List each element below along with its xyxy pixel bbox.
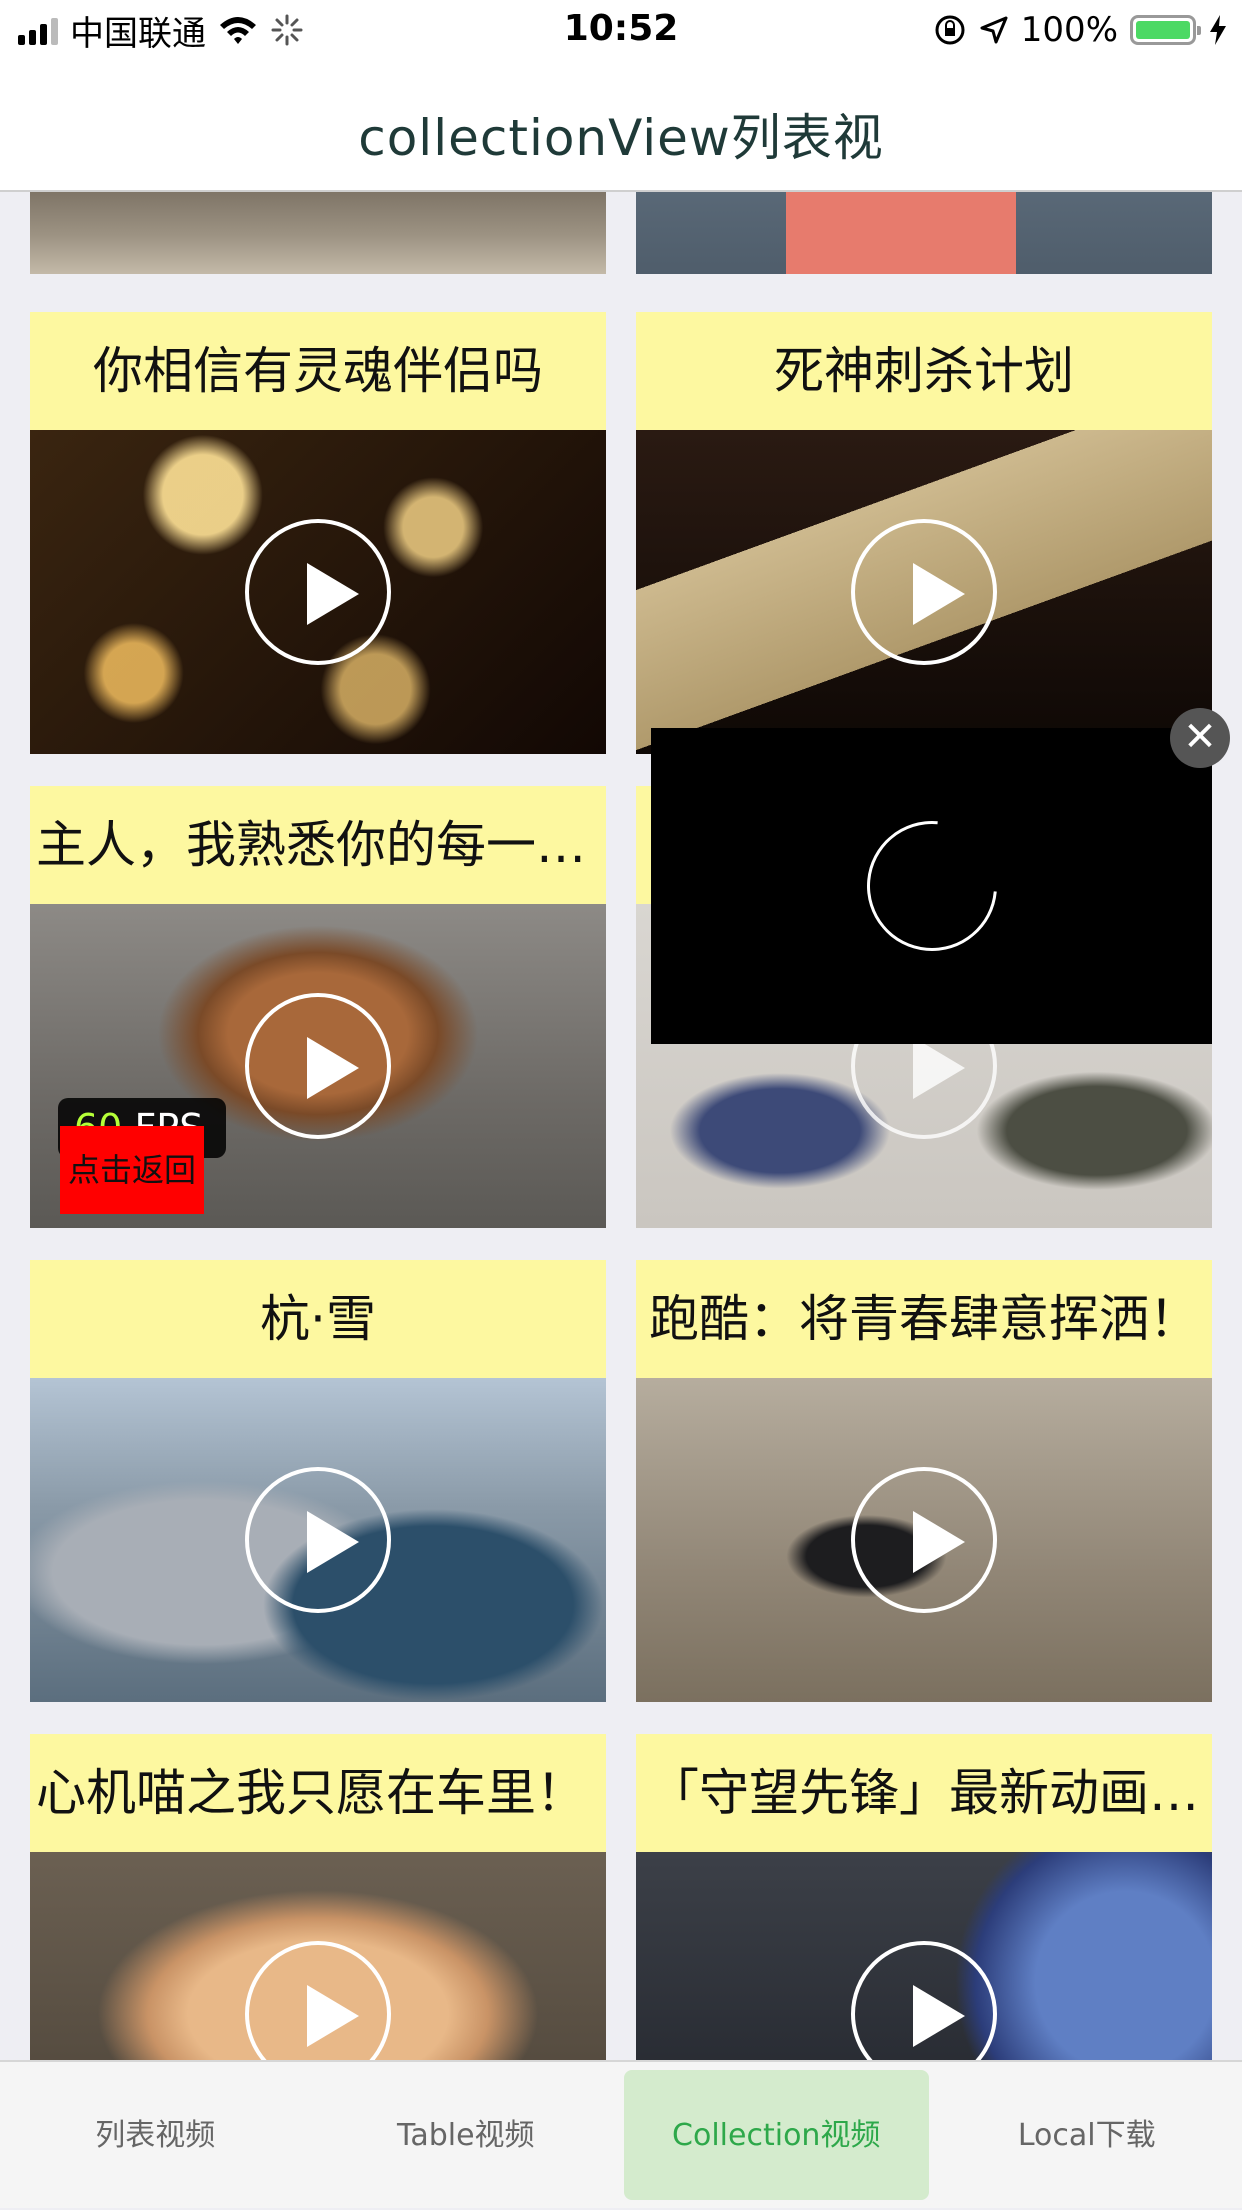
play-icon[interactable] [245,1941,391,2060]
video-title: 心机喵之我只愿在车里！ [30,1734,606,1852]
status-bar: 中国联通 10:52 100% [0,0,1242,60]
video-cell-partial[interactable] [636,192,1212,274]
video-thumbnail [636,1852,1212,2060]
video-cell[interactable]: 「守望先锋」最新动画… [636,1734,1212,2060]
video-title: 杭·雪 [30,1260,606,1378]
floating-video-player[interactable] [651,728,1212,1044]
tab-bar: 列表视频 Table视频 Collection视频 Local下载 [0,2060,1242,2208]
tab-table-video[interactable]: Table视频 [311,2062,622,2208]
video-cell[interactable]: 你相信有灵魂伴侣吗 [30,312,606,754]
video-thumbnail [30,192,606,274]
play-icon[interactable] [851,1941,997,2060]
video-thumbnail [30,1852,606,2060]
play-icon[interactable] [851,519,997,665]
video-title: 「守望先锋」最新动画… [636,1734,1212,1852]
page-title: collectionView列表视 [0,98,1242,170]
video-title: 死神刺杀计划 [636,312,1212,430]
video-thumbnail [30,430,606,754]
video-title: 主人，我熟悉你的每一… [30,786,606,904]
battery-percent: 100% [1021,10,1118,50]
video-title: 跑酷：将青春肆意挥洒！ [636,1260,1212,1378]
video-title: 你相信有灵魂伴侣吗 [30,312,606,430]
play-icon[interactable] [245,993,391,1139]
tab-label: Collection视频 [672,2118,880,2153]
video-cell-partial[interactable] [30,192,606,274]
location-arrow-icon [979,15,1009,45]
tab-label: Table视频 [397,2118,535,2153]
video-thumbnail [636,430,1212,754]
tab-list-video[interactable]: 列表视频 [0,2062,311,2208]
video-thumbnail [636,1378,1212,1702]
tab-collection-video[interactable]: Collection视频 [621,2062,932,2208]
orientation-lock-icon [933,13,967,47]
video-cell[interactable]: 杭·雪 [30,1260,606,1702]
back-button[interactable]: 点击返回 [60,1126,204,1214]
tab-local-download[interactable]: Local下载 [932,2062,1242,2208]
lightning-icon [1208,14,1228,46]
loading-spinner-icon [840,794,1023,977]
video-cell[interactable]: 跑酷：将青春肆意挥洒！ [636,1260,1212,1702]
video-cell[interactable]: 死神刺杀计划 [636,312,1212,754]
battery-icon [1130,15,1196,45]
play-icon[interactable] [245,1467,391,1613]
play-icon[interactable] [245,519,391,665]
video-thumbnail [30,1378,606,1702]
video-cell[interactable]: 心机喵之我只愿在车里！ [30,1734,606,2060]
close-icon[interactable]: ✕ [1170,708,1230,768]
tab-label: 列表视频 [95,2118,215,2153]
status-right: 100% [933,8,1228,52]
video-thumbnail [636,192,1212,274]
navigation-bar: collectionView列表视 [0,60,1242,192]
tab-label: Local下载 [1018,2118,1156,2153]
play-icon[interactable] [851,1467,997,1613]
